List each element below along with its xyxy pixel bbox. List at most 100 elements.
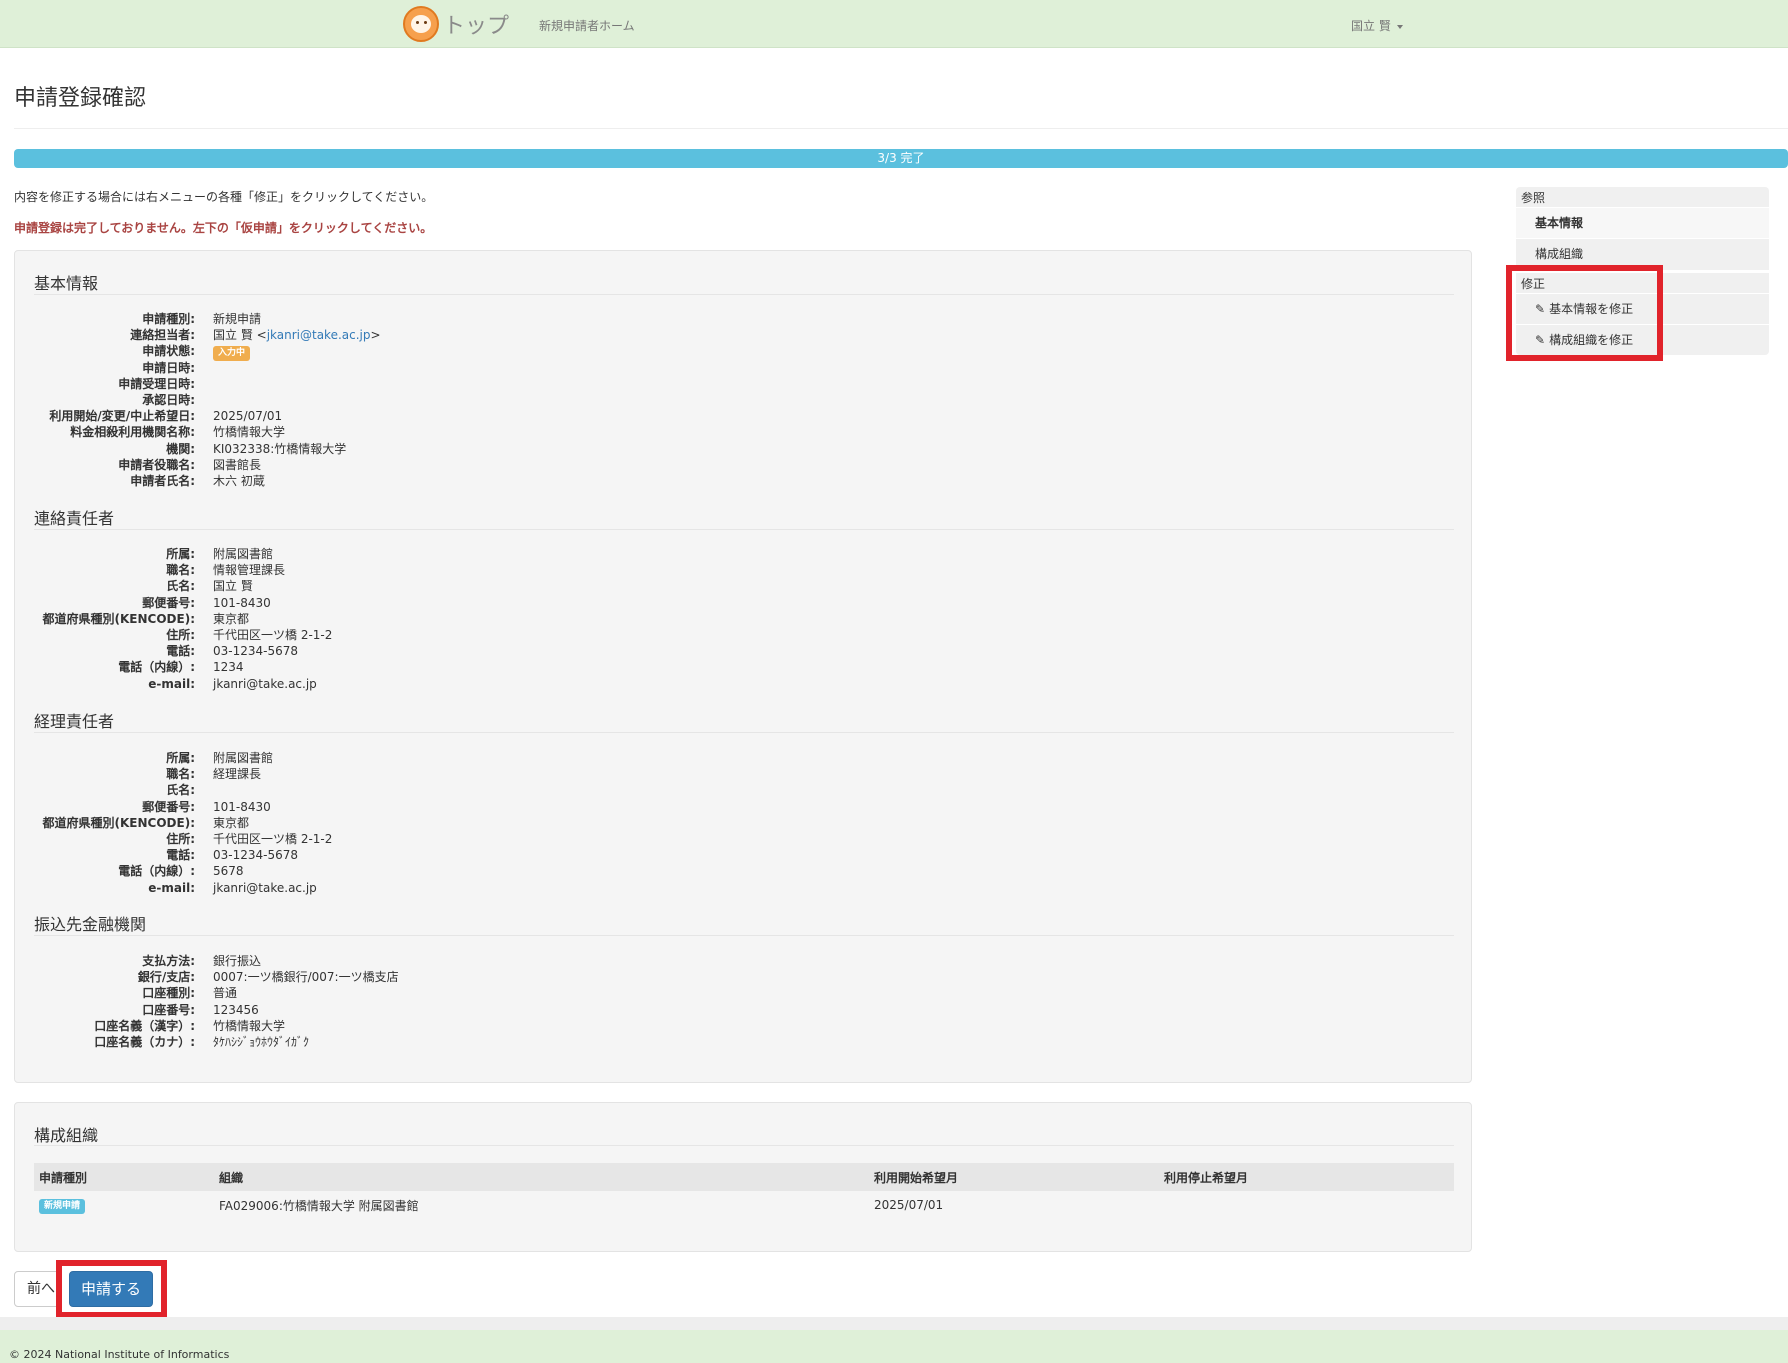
- cat-logo-icon: [403, 6, 439, 42]
- detail-row: 銀行/支店: 0007:一ツ橋銀行/007:一ツ橋支店: [15, 969, 815, 985]
- detail-row: 申請者役職名: 図書館長: [15, 457, 815, 473]
- detail-value: jkanri@take.ac.jp: [213, 880, 317, 895]
- col-header-type: 申請種別: [34, 1163, 214, 1191]
- contact-email-link[interactable]: jkanri@take.ac.jp: [267, 328, 371, 342]
- brand-label: トップ: [443, 14, 510, 39]
- detail-value: KI032338:竹橋情報大学: [213, 441, 347, 456]
- submit-application-button[interactable]: 申請する: [69, 1271, 153, 1307]
- detail-value: 03-1234-5678: [213, 644, 299, 659]
- detail-label: 電話（内線）:: [118, 864, 195, 879]
- accounting-info-list: 所属: 附属図書館 職名: 経理課長氏名: 郵便番号: 101-8430 都道府県種別(KE…: [15, 750, 815, 896]
- detail-label: 申請日時:: [142, 360, 195, 375]
- detail-value: 03-1234-5678: [213, 848, 299, 863]
- progress-bar: 3/3 完了: [14, 149, 1788, 168]
- detail-label: 口座種別:: [142, 986, 195, 1001]
- section-divider: [34, 294, 1454, 295]
- detail-row: 申請種別: 新規申請: [15, 311, 815, 327]
- col-header-org: 組織: [214, 1163, 869, 1191]
- detail-row: 電話: 03-1234-5678: [15, 847, 815, 863]
- nav-new-applicant-home[interactable]: 新規申請者ホーム: [539, 17, 635, 34]
- side-item-basic-info[interactable]: 基本情報: [1516, 208, 1769, 238]
- detail-value: 竹橋情報大学: [213, 1018, 286, 1033]
- detail-value: 101-8430: [213, 799, 271, 814]
- detail-row: 都道府県種別(KENCODE): 東京都: [15, 611, 815, 627]
- detail-label: 申請者役職名:: [118, 457, 195, 472]
- detail-row: 料金相殺利用機関名称: 竹橋情報大学: [15, 424, 815, 440]
- side-heading-edit: 修正: [1521, 277, 1546, 291]
- footer: © 2024 National Institute of Informatics: [0, 1330, 1788, 1363]
- detail-label: 都道府県種別(KENCODE):: [42, 611, 195, 626]
- detail-value: 入力中: [213, 343, 251, 362]
- detail-label: 口座名義（漢字）:: [94, 1018, 195, 1033]
- detail-row: 連絡担当者: 国立 賢 <jkanri@take.ac.jp>: [15, 327, 815, 343]
- side-item-edit-org[interactable]: ✎ 構成組織を修正: [1516, 325, 1769, 355]
- side-divider: [1516, 270, 1769, 273]
- detail-value: 1234: [213, 660, 244, 675]
- section-title-org: 構成組織: [34, 1126, 99, 1145]
- side-item-edit-basic[interactable]: ✎ 基本情報を修正: [1516, 294, 1769, 324]
- detail-row: 職名: 経理課長: [15, 766, 815, 782]
- detail-value: 東京都: [213, 611, 250, 626]
- detail-row: 住所: 千代田区一ツ橋 2-1-2: [15, 627, 815, 643]
- progress-label: 3/3 完了: [877, 151, 925, 165]
- detail-label: 都道府県種別(KENCODE):: [42, 815, 195, 830]
- detail-label: 銀行/支店:: [137, 970, 195, 985]
- pencil-icon: ✎: [1535, 302, 1546, 316]
- section-divider: [34, 529, 1454, 530]
- detail-value: 千代田区一ツ橋 2-1-2: [213, 627, 333, 642]
- detail-value: 図書館長: [213, 457, 262, 472]
- org-table: 申請種別 組織 利用開始希望月 利用停止希望月 新規申請 FA029006:竹橋…: [34, 1163, 1454, 1219]
- detail-row: e-mail: jkanri@take.ac.jp: [15, 676, 815, 692]
- pencil-icon: ✎: [1535, 333, 1546, 347]
- detail-value: 123456: [213, 1002, 259, 1017]
- detail-label: 電話:: [166, 644, 195, 659]
- detail-row: e-mail: jkanri@take.ac.jp: [15, 880, 815, 896]
- side-item-label: 構成組織を修正: [1549, 333, 1634, 347]
- detail-label: 職名:: [166, 563, 195, 578]
- application-details-panel: 基本情報 申請種別: 新規申請 連絡担当者: 国立 賢 <jkanri@take.ac…: [14, 250, 1472, 1083]
- detail-label: 電話（内線）:: [118, 660, 195, 675]
- detail-label: 申請状態:: [142, 344, 195, 359]
- title-divider: [14, 128, 1788, 129]
- user-name: 国立 賢: [1351, 19, 1391, 33]
- detail-row: 電話（内線）: 1234: [15, 659, 815, 675]
- detail-label: 郵便番号:: [142, 595, 195, 610]
- detail-row: 申請受理日時:: [15, 376, 815, 392]
- detail-value: 5678: [213, 864, 244, 879]
- section-divider: [34, 732, 1454, 733]
- detail-value: 0007:一ツ橋銀行/007:一ツ橋支店: [213, 970, 399, 985]
- detail-value: ﾀｹﾊｼｼﾞｮｳﾎｳﾀﾞｲｶﾞｸ: [213, 1034, 310, 1049]
- prev-button[interactable]: 前へ: [14, 1271, 60, 1307]
- brand-home-link[interactable]: トップ: [403, 6, 509, 42]
- section-title-basic: 基本情報: [34, 274, 99, 293]
- detail-row: 承認日時:: [15, 392, 815, 408]
- footer-spacer: [0, 1317, 1788, 1330]
- side-heading-reference: 参照: [1521, 191, 1546, 205]
- detail-label: e-mail:: [148, 676, 195, 691]
- detail-row: 支払方法: 銀行振込: [15, 953, 815, 969]
- detail-value: 竹橋情報大学: [213, 425, 286, 440]
- detail-label: 住所:: [166, 831, 195, 846]
- side-item-org[interactable]: 構成組織: [1516, 239, 1769, 269]
- detail-label: 郵便番号:: [142, 799, 195, 814]
- basic-info-list: 申請種別: 新規申請 連絡担当者: 国立 賢 <jkanri@take.ac.jp> 申…: [15, 311, 815, 489]
- bank-info-list: 支払方法: 銀行振込 銀行/支店: 0007:一ツ橋銀行/007:一ツ橋支店口座種別:…: [15, 953, 815, 1050]
- detail-label: 連絡担当者:: [130, 328, 195, 343]
- status-badge: 新規申請: [39, 1198, 86, 1214]
- detail-label: 氏名:: [166, 783, 195, 798]
- detail-row: 口座名義（カナ）: ﾀｹﾊｼｼﾞｮｳﾎｳﾀﾞｲｶﾞｸ: [15, 1034, 815, 1050]
- detail-value: 2025/07/01: [213, 409, 283, 424]
- detail-row: 口座番号: 123456: [15, 1002, 815, 1018]
- detail-value: 経理課長: [213, 767, 262, 782]
- detail-value: 国立 賢 <jkanri@take.ac.jp>: [213, 327, 381, 343]
- detail-row: 機関: KI032338:竹橋情報大学: [15, 441, 815, 457]
- detail-label: 申請種別:: [142, 312, 195, 326]
- detail-row: 住所: 千代田区一ツ橋 2-1-2: [15, 831, 815, 847]
- section-divider: [34, 1145, 1454, 1146]
- detail-label: 職名:: [166, 767, 195, 782]
- copyright-text: © 2024 National Institute of Informatics: [9, 1348, 230, 1361]
- detail-label: 支払方法:: [142, 954, 195, 968]
- detail-row: 所属: 附属図書館: [15, 750, 815, 766]
- detail-label: 申請者氏名:: [130, 473, 195, 488]
- user-menu-dropdown[interactable]: 国立 賢: [1351, 17, 1403, 34]
